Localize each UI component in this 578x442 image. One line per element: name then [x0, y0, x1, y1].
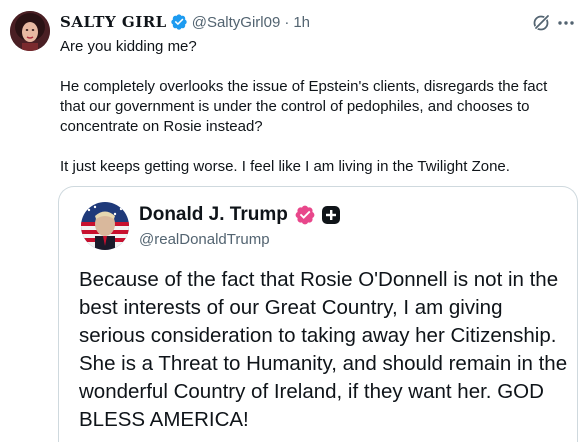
header-separator: ·: [284, 13, 290, 31]
grok-icon[interactable]: [531, 13, 551, 33]
post-header: SALTY GIRL @SaltyGirl09 · 1h: [60, 12, 310, 32]
quoted-handle[interactable]: @realDonaldTrump: [139, 231, 270, 248]
author-handle[interactable]: @SaltyGirl09: [192, 14, 281, 31]
quoted-display-name[interactable]: Donald J. Trump: [139, 204, 288, 226]
post-text-paragraph-3: It just keeps getting worse. I feel like…: [60, 158, 510, 175]
more-options-icon[interactable]: [556, 13, 576, 33]
author-display-name[interactable]: SALTY GIRL: [60, 13, 167, 31]
plus-badge-icon: [321, 205, 341, 225]
quoted-name-row: Donald J. Trump: [139, 204, 341, 226]
quoted-post-text: Because of the fact that Rosie O'Donnell…: [79, 268, 568, 431]
post-text: Are you kidding me? He completely overlo…: [60, 37, 565, 177]
post-text-paragraph-2: He completely overlooks the issue of Eps…: [60, 78, 548, 135]
quoted-author-avatar[interactable]: [81, 202, 129, 250]
pink-verified-badge-icon: [294, 204, 316, 226]
quoted-post-card[interactable]: Donald J. Trump @realDonaldTrump Because…: [58, 186, 578, 442]
post-timestamp[interactable]: 1h: [293, 14, 310, 31]
verified-badge-icon: [170, 13, 188, 31]
author-avatar[interactable]: [10, 11, 50, 51]
post-text-line-1: Are you kidding me?: [60, 38, 197, 55]
